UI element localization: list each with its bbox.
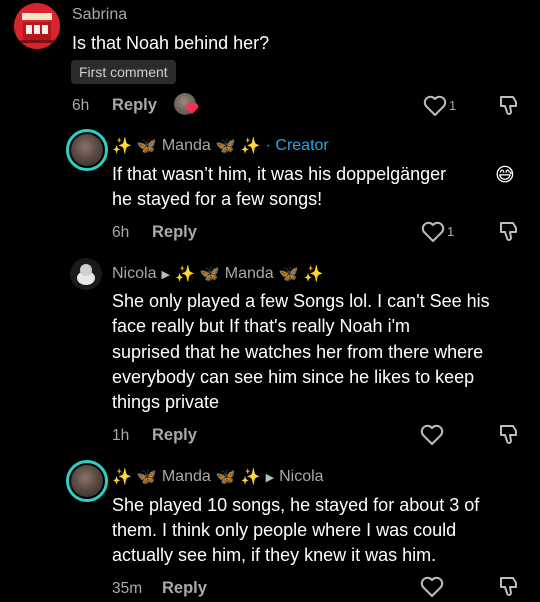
comment-time: 1h	[112, 427, 130, 444]
reply-button[interactable]: Reply	[162, 579, 207, 598]
sparkles-icon: ✨	[240, 138, 261, 155]
reply-to-username[interactable]: Nicola	[279, 468, 323, 486]
avatar-nicola[interactable]	[70, 258, 102, 290]
comment-text-line: She only played a few Songs lol. I can't…	[112, 291, 490, 311]
dislike-icon[interactable]	[498, 423, 520, 445]
comment-text-line: he stayed for a few songs!	[112, 189, 323, 209]
creator-label: · Creator	[265, 137, 329, 154]
storefront-icon	[20, 13, 54, 43]
username[interactable]: Sabrina	[72, 6, 127, 24]
like-count: 1	[449, 98, 457, 113]
comment-text-line: If that wasn’t him, it was his doppelgän…	[112, 164, 447, 184]
butterfly-icon: 🦋	[215, 138, 236, 155]
avatar-manda[interactable]	[66, 460, 108, 502]
comment-text-line: suprised that he watches her from there …	[112, 342, 484, 362]
username[interactable]: Manda	[162, 468, 211, 486]
like-heart-icon[interactable]	[420, 424, 444, 446]
reply-arrow-icon: ▶	[265, 471, 275, 484]
sparkles-icon: ✨	[174, 266, 195, 283]
reply-arrow-icon: ▶	[161, 268, 170, 281]
dislike-icon[interactable]	[498, 575, 520, 597]
creator-liked-avatar	[174, 93, 200, 119]
first-comment-badge: First comment	[71, 60, 176, 84]
like-heart-icon[interactable]	[420, 576, 444, 598]
avatar-sabrina[interactable]	[14, 3, 60, 49]
username[interactable]: Nicola	[112, 265, 156, 283]
butterfly-icon: 🦋	[136, 138, 157, 155]
sparkles-icon: ✨	[112, 138, 132, 155]
comment-header: Nicola ▶ ✨ 🦋 Manda 🦋 ✨	[112, 264, 324, 284]
like-heart-icon[interactable]	[421, 221, 445, 243]
comment-header: ✨ 🦋 Manda 🦋 ✨ · Creator	[112, 136, 329, 156]
sparkles-icon: ✨	[303, 266, 324, 283]
comment-text-line: face really but If that's really Noah i'…	[112, 316, 411, 336]
comment-text: Is that Noah behind her?	[72, 33, 270, 53]
reply-button[interactable]: Reply	[152, 426, 197, 445]
comment-text-line: actually see him, if they knew it was hi…	[112, 545, 437, 565]
comment-text-line: things private	[112, 392, 220, 412]
butterfly-icon: 🦋	[215, 469, 236, 486]
sweat-smile-emoji-icon: 😅	[495, 165, 515, 186]
butterfly-icon: 🦋	[136, 469, 157, 486]
comment-text-line: everybody can see him since he likes to …	[112, 367, 475, 387]
like-heart-icon[interactable]	[423, 95, 447, 117]
comment-header: ✨ 🦋 Manda 🦋 ✨ ▶ Nicola	[112, 467, 324, 487]
dislike-icon[interactable]	[498, 220, 520, 242]
comment-time: 6h	[72, 97, 90, 114]
sparkles-icon: ✨	[112, 469, 132, 486]
comment-time: 35m	[112, 580, 143, 597]
comment-time: 6h	[112, 224, 130, 241]
heart-badge-icon	[185, 103, 199, 114]
like-count: 1	[447, 224, 455, 239]
avatar-manda[interactable]	[66, 129, 108, 171]
reply-to-username[interactable]: Manda	[225, 265, 274, 283]
username[interactable]: Manda	[162, 137, 211, 155]
comment-text-line: She played 10 songs, he stayed for about…	[112, 495, 480, 515]
comment-text-line: them. I think only people where I was co…	[112, 520, 457, 540]
sparkles-icon: ✨	[240, 469, 261, 486]
reply-button[interactable]: Reply	[112, 96, 157, 115]
reply-button[interactable]: Reply	[152, 223, 197, 242]
dislike-icon[interactable]	[498, 94, 520, 116]
avatar-illustration-icon	[77, 264, 95, 285]
butterfly-icon: 🦋	[199, 266, 220, 283]
butterfly-icon: 🦋	[278, 266, 299, 283]
